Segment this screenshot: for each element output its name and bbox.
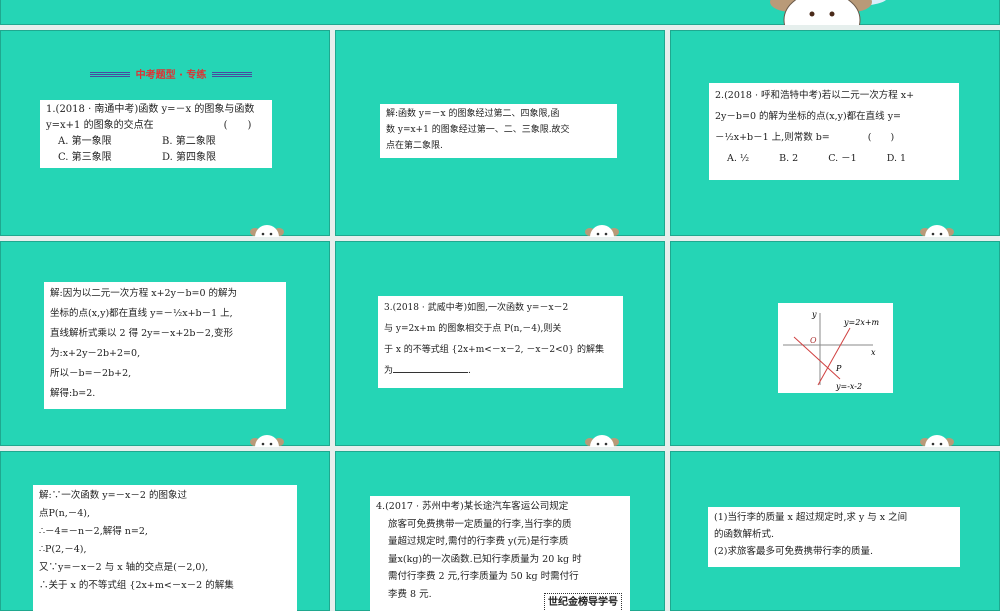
text-line: (1)当行李的质量 x 超过规定时,求 y 与 x 之间 [714, 509, 954, 526]
text-line: 量超过规定时,需付的行李费 y(元)是行李质 [376, 533, 624, 551]
text-line: ∴－4=－n－2,解得 n=2, [39, 523, 291, 541]
text-line: 4.(2017 · 苏州中考)某长途汽车客运公司规定 [376, 498, 624, 516]
option-c: C. 第三象限 [58, 150, 162, 166]
figure-box: y x O P y=2x+m y=-x-2 [778, 303, 893, 393]
mascot-icon [920, 221, 954, 237]
option-b: B. 第二象限 [162, 134, 266, 150]
section-title: 中考题型 · 专练 [76, 66, 266, 81]
question-box: 2.(2018 · 呼和浩特中考)若以二元一次方程 x+ 2y－b=0 的解为坐… [709, 83, 959, 180]
text-line: 为 [384, 366, 393, 376]
text-line: 数 y=x+1 的图象经过第一、二、三象限.故交 [386, 122, 611, 138]
option-a: A. ½ [727, 148, 749, 169]
question-box: 1.(2018 · 南通中考)函数 y=－x 的图象与函数 y=x+1 的图象的… [40, 100, 272, 168]
text-line: 直线解析式乘以 2 得 2y=－x+2b－2,变形 [50, 324, 280, 344]
slide-3[interactable]: 2.(2018 · 呼和浩特中考)若以二元一次方程 x+ 2y－b=0 的解为坐… [670, 30, 1000, 236]
text-line: ∴关于 x 的不等式组 {2x+m<－x－2 的解集 [39, 577, 291, 595]
mascot-icon [250, 221, 284, 237]
mascot-icon [250, 431, 284, 447]
slide-2[interactable]: 解:函数 y=－x 的图象经过第二、四象限,函 数 y=x+1 的图象经过第一、… [335, 30, 665, 236]
text-line: 坐标的点(x,y)都在直线 y=－½x+b－1 上, [50, 304, 280, 324]
option-a: A. 第一象限 [58, 134, 162, 150]
answer-box: 解:∵一次函数 y=－x－2 的图象过 点P(n,－4), ∴－4=－n－2,解… [33, 485, 297, 611]
slide-7[interactable]: 解:∵一次函数 y=－x－2 的图象过 点P(n,－4), ∴－4=－n－2,解… [0, 451, 330, 611]
text-line: 3.(2018 · 武威中考)如图,一次函数 y=－x－2 [384, 298, 617, 319]
line-2x-plus-m [818, 328, 850, 385]
text-line: 旅客可免费携带一定质量的行李,当行李的质 [376, 516, 624, 534]
x-label: x [871, 348, 876, 357]
slide-partial-top[interactable] [0, 0, 1000, 25]
option-b: B. 2 [779, 148, 798, 169]
text-line: ∴P(2,－4), [39, 541, 291, 559]
text-line: 解得:b=2. [50, 384, 280, 404]
question-box: (1)当行李的质量 x 超过规定时,求 y 与 x 之间 的函数解析式. (2)… [708, 507, 960, 567]
line2-label: y=-x-2 [835, 382, 862, 391]
point-label: P [835, 364, 842, 373]
text-line: 与 y=2x+m 的图象相交于点 P(n,－4),则关 [384, 319, 617, 340]
text-line: 为:x+2y－2b+2=0, [50, 344, 280, 364]
answer-blank [393, 362, 468, 373]
text-line: y=x+1 的图象的交点在 ( ) [46, 118, 266, 134]
origin-label: O [810, 336, 817, 345]
mascot-icon [585, 221, 619, 237]
question-box: 4.(2017 · 苏州中考)某长途汽车客运公司规定 旅客可免费携带一定质量的行… [370, 496, 630, 611]
slide-5[interactable]: 3.(2018 · 武威中考)如图,一次函数 y=－x－2 与 y=2x+m 的… [335, 241, 665, 446]
text-line: 解:因为以二元一次方程 x+2y－b=0 的解为 [50, 284, 280, 304]
text-line: 量x(kg)的一次函数.已知行李质量为 20 kg 时 [376, 551, 624, 569]
text-line: 点P(n,－4), [39, 505, 291, 523]
text-line: 又∵y=－x－2 与 x 轴的交点是(－2,0), [39, 559, 291, 577]
option-c: C. －1 [828, 148, 857, 169]
guide-badge: 世纪金榜导学号 [544, 593, 622, 611]
text-line: 1.(2018 · 南通中考)函数 y=－x 的图象与函数 [46, 102, 266, 118]
text-line: 于 x 的不等式组 {2x+m<－x－2, －x－2<0} 的解集 [384, 340, 617, 361]
mascot-icon [920, 431, 954, 447]
slide-1[interactable]: 中考题型 · 专练 1.(2018 · 南通中考)函数 y=－x 的图象与函数 … [0, 30, 330, 236]
slide-8[interactable]: 4.(2017 · 苏州中考)某长途汽车客运公司规定 旅客可免费携带一定质量的行… [335, 451, 665, 611]
option-d: D. 1 [887, 148, 906, 169]
text-line: 的函数解析式. [714, 526, 954, 543]
option-d: D. 第四象限 [162, 150, 266, 166]
text-line: (2)求旅客最多可免费携带行李的质量. [714, 543, 954, 560]
question-box: 3.(2018 · 武威中考)如图,一次函数 y=－x－2 与 y=2x+m 的… [378, 296, 623, 388]
period: . [468, 366, 471, 376]
text-line: 2.(2018 · 呼和浩特中考)若以二元一次方程 x+ [715, 85, 953, 106]
text-line: －½x+b－1 上,则常数 b= ( ) [715, 127, 953, 148]
slide-4[interactable]: 解:因为以二元一次方程 x+2y－b=0 的解为 坐标的点(x,y)都在直线 y… [0, 241, 330, 446]
text-line: 解:函数 y=－x 的图象经过第二、四象限,函 [386, 106, 611, 122]
text-line: 需付行李费 2 元,行李质量为 50 kg 时需付行 [376, 568, 624, 586]
mascot-icon [740, 0, 940, 25]
line1-label: y=2x+m [843, 318, 880, 327]
text-line: 2y－b=0 的解为坐标的点(x,y)都在直线 y= [715, 106, 953, 127]
function-graph: y x O P y=2x+m y=-x-2 [778, 303, 893, 393]
y-label: y [811, 310, 817, 319]
text-line: 解:∵一次函数 y=－x－2 的图象过 [39, 487, 291, 505]
answer-box: 解:因为以二元一次方程 x+2y－b=0 的解为 坐标的点(x,y)都在直线 y… [44, 282, 286, 409]
mascot-icon [585, 431, 619, 447]
slide-6[interactable]: y x O P y=2x+m y=-x-2 [670, 241, 1000, 446]
text-line: 所以－b=－2b+2, [50, 364, 280, 384]
slide-9[interactable]: (1)当行李的质量 x 超过规定时,求 y 与 x 之间 的函数解析式. (2)… [670, 451, 1000, 611]
text-line: 点在第二象限. [386, 138, 611, 154]
answer-box: 解:函数 y=－x 的图象经过第二、四象限,函 数 y=x+1 的图象经过第一、… [380, 104, 617, 158]
